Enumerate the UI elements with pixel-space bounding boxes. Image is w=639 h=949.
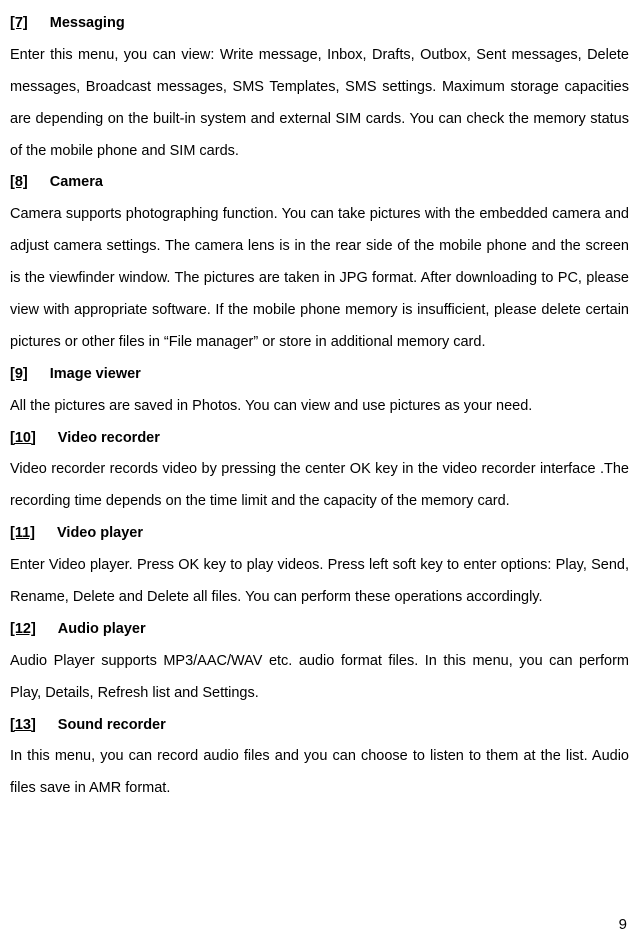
heading-sound-recorder: [13] Sound recorder <box>10 710 629 742</box>
body-camera: Camera supports photographing function. … <box>10 199 629 358</box>
heading-messaging: [7] Messaging <box>10 8 629 40</box>
section-number: [8] <box>10 174 28 190</box>
section-number: [13] <box>10 717 36 733</box>
section-number: [7] <box>10 15 28 31</box>
body-messaging: Enter this menu, you can view: Write mes… <box>10 40 629 168</box>
heading-camera: [8] Camera <box>10 167 629 199</box>
section-number: [11] <box>10 525 35 541</box>
body-image-viewer: All the pictures are saved in Photos. Yo… <box>10 391 629 423</box>
section-title: Image viewer <box>50 366 141 382</box>
section-title: Audio player <box>58 621 146 637</box>
section-number: [10] <box>10 430 36 446</box>
section-title: Video player <box>57 525 143 541</box>
body-sound-recorder: In this menu, you can record audio files… <box>10 741 629 805</box>
section-number: [12] <box>10 621 36 637</box>
body-video-recorder: Video recorder records video by pressing… <box>10 454 629 518</box>
section-number: [9] <box>10 366 28 382</box>
heading-video-recorder: [10] Video recorder <box>10 423 629 455</box>
heading-image-viewer: [9] Image viewer <box>10 359 629 391</box>
heading-audio-player: [12] Audio player <box>10 614 629 646</box>
section-title: Camera <box>50 174 103 190</box>
heading-video-player: [11] Video player <box>10 518 629 550</box>
page-number: 9 <box>619 908 627 941</box>
body-video-player: Enter Video player. Press OK key to play… <box>10 550 629 614</box>
section-title: Messaging <box>50 15 125 31</box>
section-title: Sound recorder <box>58 717 166 733</box>
document-body: [7] Messaging Enter this menu, you can vi… <box>10 8 629 805</box>
section-title: Video recorder <box>58 430 160 446</box>
body-audio-player: Audio Player supports MP3/AAC/WAV etc. a… <box>10 646 629 710</box>
